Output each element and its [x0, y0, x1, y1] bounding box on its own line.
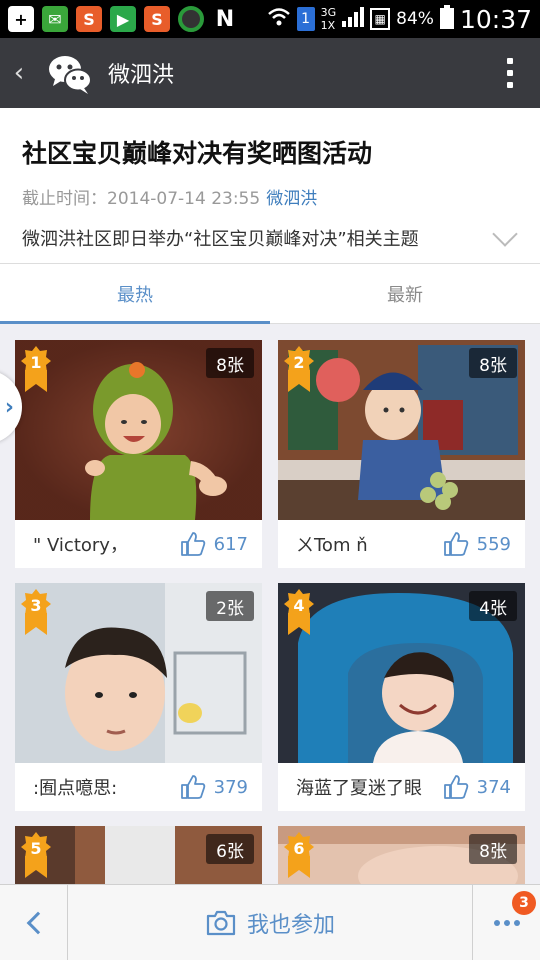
sort-tabs: 最热 最新	[0, 264, 540, 324]
data-icon: ▦	[370, 8, 391, 30]
page-title: 微泗洪	[108, 63, 175, 88]
rank-badge: 6	[284, 832, 314, 878]
battery-icon	[439, 5, 454, 33]
like-button[interactable]: 379	[180, 774, 248, 800]
back-button[interactable]	[0, 884, 68, 960]
add-icon: +	[8, 6, 34, 32]
join-label: 我也参加	[246, 912, 335, 938]
rank-badge: 5	[21, 832, 51, 878]
entry-card[interactable]: 6 8张	[278, 826, 525, 886]
chevron-down-icon[interactable]	[492, 221, 518, 247]
card-footer: " Victory， 617	[15, 520, 262, 568]
rank-badge: 3	[21, 589, 51, 635]
thumbs-up-icon	[443, 532, 468, 556]
entry-card[interactable]: 5 6张	[15, 826, 262, 886]
card-footer: :囿点噫思: 379	[15, 763, 262, 811]
thumbs-up-icon	[443, 775, 468, 799]
entry-card[interactable]: 3 2张 :囿点噫思: 379	[15, 583, 262, 811]
tab-newest[interactable]: 最新	[270, 264, 540, 323]
more-dot	[503, 919, 510, 926]
entry-name: ㄨTom ň	[296, 535, 368, 556]
activity-meta: 截止时间：2014-07-14 23:55 微泗洪	[22, 184, 518, 209]
n-icon: N	[215, 6, 235, 32]
signal-icon	[342, 7, 365, 31]
like-button[interactable]: 374	[443, 774, 511, 800]
deadline-text: 截止时间：2014-07-14 23:55	[22, 189, 261, 209]
description-text: 微泗洪社区即日举办“社区宝贝巅峰对决”相关主题	[22, 229, 419, 250]
photo-count: 8张	[469, 834, 517, 864]
more-dot	[513, 919, 520, 926]
rank-number: 4	[293, 596, 305, 615]
title-bar: ‹ 微泗洪	[0, 38, 540, 108]
activity-description[interactable]: 微泗洪社区即日举办“社区宝贝巅峰对决”相关主题	[22, 221, 518, 251]
status-bar: + ✉ S ▶ S N 1 3G 1X ▦ 84% 10:37	[0, 0, 540, 38]
author-link[interactable]: 微泗洪	[266, 189, 317, 209]
like-count: 374	[476, 776, 511, 798]
card-footer: 海蓝了夏迷了眼 374	[278, 763, 525, 811]
like-count: 379	[213, 776, 248, 798]
network-type: 3G	[320, 6, 337, 19]
join-button[interactable]: 我也参加	[68, 907, 472, 939]
more-vertical-icon[interactable]	[480, 38, 540, 108]
rank-number: 6	[293, 839, 305, 858]
tab-hottest[interactable]: 最热	[0, 264, 270, 324]
thumbs-up-icon	[180, 532, 205, 556]
entry-card[interactable]: 1 8张 " Victory， 617	[15, 340, 262, 568]
battery-percent: 84%	[396, 9, 434, 29]
activity-header: 社区宝贝巅峰对决有奖晒图活动 截止时间：2014-07-14 23:55 微泗洪 …	[0, 108, 540, 264]
rank-badge: 1	[21, 346, 51, 392]
sim-1-icon: 1	[296, 7, 315, 31]
rank-number: 1	[30, 353, 42, 372]
rank-badge: 4	[284, 589, 314, 635]
entry-name: :囿点噫思:	[33, 778, 118, 799]
photo-count: 8张	[206, 348, 254, 378]
app-chrome-like-icon	[178, 6, 204, 32]
screen: + ✉ S ▶ S N 1 3G 1X ▦ 84% 10:37 ‹ 微泗洪 社区…	[0, 0, 540, 960]
play-store-icon: ▶	[110, 6, 136, 32]
clock: 10:37	[459, 4, 532, 34]
entry-name: 海蓝了夏迷了眼	[296, 778, 422, 799]
app-s-icon: S	[76, 6, 102, 32]
rank-number: 3	[30, 596, 42, 615]
wechat-notify-icon: ✉	[42, 6, 68, 32]
entry-card[interactable]: 2 8张 ㄨTom ň 559	[278, 340, 525, 568]
photo-count: 4张	[469, 591, 517, 621]
like-count: 617	[213, 533, 248, 555]
notification-badge: 3	[512, 890, 536, 915]
activity-title: 社区宝贝巅峰对决有奖晒图活动	[22, 139, 373, 168]
like-count: 559	[476, 533, 511, 555]
thumbs-up-icon	[180, 775, 205, 799]
photo-count: 6张	[206, 834, 254, 864]
bottom-bar: 我也参加 3	[0, 884, 540, 960]
entry-name: " Victory，	[33, 535, 128, 556]
wifi-icon	[267, 7, 291, 31]
rank-number: 2	[293, 353, 305, 372]
more-button[interactable]: 3	[472, 884, 540, 960]
photo-count: 8张	[469, 348, 517, 378]
rank-badge: 2	[284, 346, 314, 392]
network-sub: 1X	[320, 19, 336, 32]
more-dot	[493, 919, 500, 926]
like-button[interactable]: 559	[443, 531, 511, 557]
chevron-left-icon	[26, 911, 49, 934]
like-button[interactable]: 617	[180, 531, 248, 557]
card-footer: ㄨTom ň 559	[278, 520, 525, 568]
back-chevron-icon[interactable]: ‹	[0, 38, 38, 108]
app-s2-icon: S	[144, 6, 170, 32]
camera-icon	[206, 910, 236, 935]
entry-card[interactable]: 4 4张 海蓝了夏迷了眼 374	[278, 583, 525, 811]
wechat-logo-icon	[46, 49, 94, 97]
rank-number: 5	[30, 839, 42, 858]
photo-count: 2张	[206, 591, 254, 621]
